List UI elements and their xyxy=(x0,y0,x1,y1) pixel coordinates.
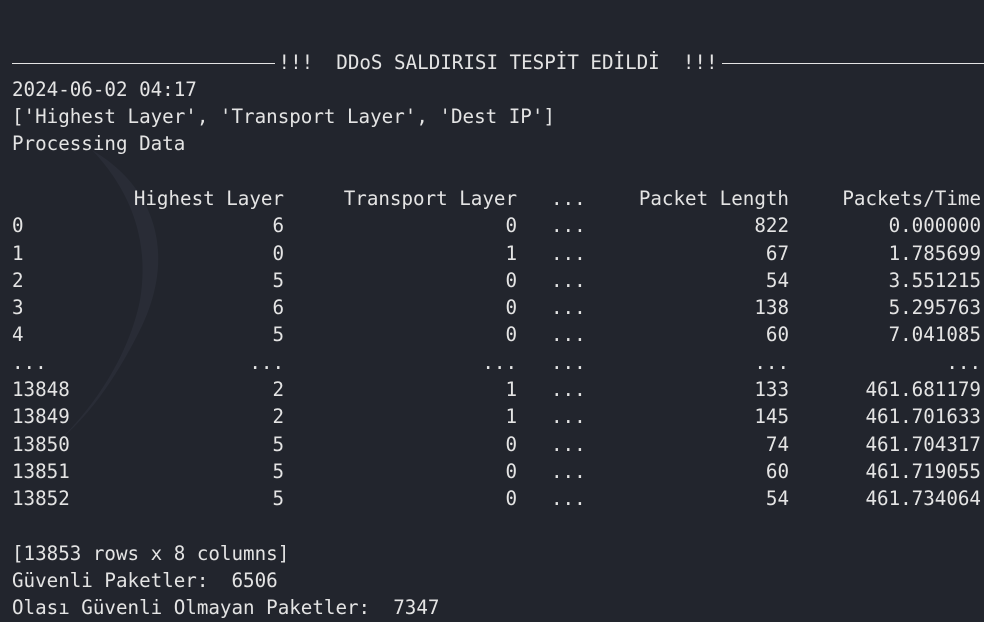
cell-packet-length: 54 xyxy=(765,268,789,292)
table-row: 13850 5 0... 74 461.704317 xyxy=(12,431,984,458)
table-row: .................. xyxy=(12,349,984,376)
cell-ellipsis: ... xyxy=(551,296,586,320)
cell-packet-length: ... xyxy=(754,350,789,374)
row-index: 13850 xyxy=(12,432,70,456)
dataframe-output: Highest Layer Transport Layer ... Packet… xyxy=(12,185,984,513)
row-index: 13848 xyxy=(12,378,70,402)
cell-packets-time: 461.719055 xyxy=(865,459,981,483)
cell-highest-layer: 5 xyxy=(272,268,284,292)
cell-packets-time: 7.041085 xyxy=(888,323,981,347)
cell-transport-layer: 1 xyxy=(505,405,517,429)
cell-transport-layer: 0 xyxy=(505,459,517,483)
row-index: 1 xyxy=(12,241,24,265)
table-row: 4 5 0... 60 7.041085 xyxy=(12,321,984,348)
header-highest-layer: Highest Layer xyxy=(133,187,284,210)
unsafe-packets: Olası Güvenli Olmayan Paketler: 7347 xyxy=(12,596,440,619)
cell-highest-layer: 5 xyxy=(272,432,284,456)
cell-packets-time: 461.681179 xyxy=(865,378,981,402)
cell-packet-length: 67 xyxy=(765,241,789,265)
table-header-row: Highest Layer Transport Layer ... Packet… xyxy=(12,185,984,212)
cell-highest-layer: 5 xyxy=(272,459,284,483)
banner-text: DDoS SALDIRISI TESPİT EDİLDİ xyxy=(336,50,660,74)
cell-ellipsis: ... xyxy=(551,378,586,402)
cell-ellipsis: ... xyxy=(551,432,586,456)
cell-transport-layer: 0 xyxy=(505,296,517,320)
cell-packets-time: 5.295763 xyxy=(888,296,981,320)
cell-transport-layer: 0 xyxy=(505,268,517,292)
table-row: 2 5 0... 54 3.551215 xyxy=(12,267,984,294)
row-index: 13852 xyxy=(12,487,70,511)
cell-transport-layer: 0 xyxy=(505,214,517,238)
table-row: 3 6 0... 138 5.295763 xyxy=(12,294,984,321)
cell-packet-length: 145 xyxy=(754,405,789,429)
cell-transport-layer: 0 xyxy=(505,323,517,347)
cell-transport-layer: 1 xyxy=(505,241,517,265)
cell-ellipsis: ... xyxy=(551,241,586,265)
banner-prefix: !!! xyxy=(278,50,314,74)
row-index: ... xyxy=(12,350,47,374)
banner-suffix: !!! xyxy=(682,50,718,74)
row-index: 2 xyxy=(12,268,24,292)
cell-packet-length: 822 xyxy=(754,214,789,238)
header-ellipsis: ... xyxy=(551,187,586,210)
table-row: 13849 2 1... 145 461.701633 xyxy=(12,403,984,430)
cell-packet-length: 60 xyxy=(765,323,789,347)
safe-packets: Güvenli Paketler: 6506 xyxy=(12,569,278,592)
cell-ellipsis: ... xyxy=(551,459,586,483)
cell-packets-time: 461.704317 xyxy=(865,432,981,456)
cell-packets-time: 1.785699 xyxy=(888,241,981,265)
cell-highest-layer: 5 xyxy=(272,487,284,511)
table-row: 0 6 0... 822 0.000000 xyxy=(12,212,984,239)
cell-packet-length: 74 xyxy=(765,432,789,456)
cell-highest-layer: 0 xyxy=(272,241,284,265)
cell-packets-time: 0.000000 xyxy=(888,214,981,238)
dataframe-shape: [13853 rows x 8 columns] xyxy=(12,542,290,565)
table-row: 13848 2 1... 133 461.681179 xyxy=(12,376,984,403)
columns-list: ['Highest Layer', 'Transport Layer', 'De… xyxy=(12,105,555,128)
cell-ellipsis: ... xyxy=(551,487,586,511)
cell-ellipsis: ... xyxy=(551,268,586,292)
cell-transport-layer: ... xyxy=(482,350,517,374)
header-packet-length: Packet Length xyxy=(638,187,789,210)
table-row: 13852 5 0... 54 461.734064 xyxy=(12,485,984,512)
table-row: 13851 5 0... 60 461.719055 xyxy=(12,458,984,485)
cell-highest-layer: 2 xyxy=(272,405,284,429)
row-index: 13849 xyxy=(12,405,70,429)
cell-highest-layer: 2 xyxy=(272,378,284,402)
timestamp: 2024-06-02 04:17 xyxy=(12,78,197,101)
cell-packets-time: ... xyxy=(946,350,981,374)
cell-highest-layer: ... xyxy=(249,350,284,374)
row-index: 4 xyxy=(12,323,24,347)
cell-packet-length: 54 xyxy=(765,487,789,511)
table-row: 1 0 1... 67 1.785699 xyxy=(12,240,984,267)
cell-packets-time: 461.701633 xyxy=(865,405,981,429)
cell-transport-layer: 0 xyxy=(505,432,517,456)
row-index: 0 xyxy=(12,214,24,238)
terminal-window[interactable]: !!! DDoS SALDIRISI TESPİT EDİLDİ !!! 202… xyxy=(0,0,984,622)
banner-rule-left xyxy=(12,63,275,64)
cell-ellipsis: ... xyxy=(551,405,586,429)
cell-ellipsis: ... xyxy=(551,323,586,347)
cell-packet-length: 60 xyxy=(765,459,789,483)
cell-transport-layer: 0 xyxy=(505,487,517,511)
cell-packet-length: 133 xyxy=(754,378,789,402)
cell-packet-length: 138 xyxy=(754,296,789,320)
cell-ellipsis: ... xyxy=(551,214,586,238)
banner-rule-right xyxy=(721,63,984,64)
header-transport-layer: Transport Layer xyxy=(343,187,517,210)
detection-banner: !!! DDoS SALDIRISI TESPİT EDİLDİ !!! xyxy=(12,49,984,76)
cell-packets-time: 461.734064 xyxy=(865,487,981,511)
cell-highest-layer: 6 xyxy=(272,296,284,320)
processing-status: Processing Data xyxy=(12,132,186,155)
cell-packets-time: 3.551215 xyxy=(888,268,981,292)
cell-ellipsis: ... xyxy=(551,350,586,374)
cell-highest-layer: 5 xyxy=(272,323,284,347)
row-index: 13851 xyxy=(12,459,70,483)
cell-highest-layer: 6 xyxy=(272,214,284,238)
header-packets-time: Packets/Time xyxy=(842,187,981,210)
row-index: 3 xyxy=(12,296,24,320)
cell-transport-layer: 1 xyxy=(505,378,517,402)
